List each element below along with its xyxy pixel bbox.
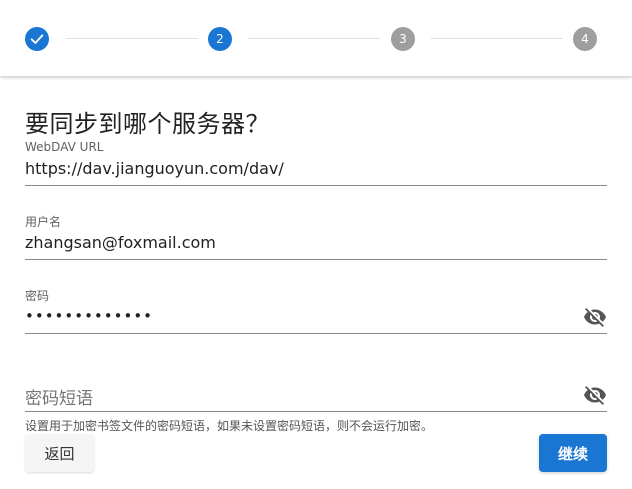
- passphrase-field[interactable]: 密码短语: [25, 380, 607, 412]
- field-underline: [25, 259, 607, 260]
- step-connector: [66, 38, 198, 39]
- webdav-url-field[interactable]: WebDAV URL https://dav.jianguoyun.com/da…: [25, 140, 607, 187]
- sync-setup-dialog: 2 3 4 要同步到哪个服务器？ WebDAV URL https://dav.…: [0, 0, 632, 489]
- step-2: 2: [208, 27, 232, 51]
- eye-off-icon[interactable]: [583, 383, 607, 407]
- password-label: 密码: [25, 289, 50, 303]
- field-underline: [25, 185, 607, 186]
- webdav-url-input[interactable]: https://dav.jianguoyun.com/dav/: [25, 159, 284, 178]
- password-input[interactable]: •••••••••••••: [25, 307, 153, 325]
- username-input[interactable]: zhangsan@foxmail.com: [25, 233, 216, 252]
- passphrase-input[interactable]: 密码短语: [25, 384, 93, 409]
- password-field[interactable]: 密码 •••••••••••••: [25, 287, 607, 334]
- username-field[interactable]: 用户名 zhangsan@foxmail.com: [25, 213, 607, 261]
- username-label: 用户名: [25, 215, 62, 229]
- page-title: 要同步到哪个服务器？: [25, 110, 270, 138]
- step-4: 4: [573, 27, 597, 51]
- field-underline: [25, 411, 607, 412]
- passphrase-hint: 设置用于加密书签文件的密码短语，如果未设置密码短语，则不会运行加密。: [25, 419, 434, 433]
- back-button[interactable]: 返回: [25, 434, 94, 472]
- step-1-completed: [25, 27, 49, 51]
- field-underline: [25, 333, 607, 334]
- step-connector: [431, 38, 563, 39]
- webdav-url-label: WebDAV URL: [25, 140, 104, 154]
- step-connector: [248, 38, 380, 39]
- checkmark-icon: [30, 34, 44, 44]
- eye-off-icon[interactable]: [583, 305, 607, 329]
- stepper: 2 3 4: [0, 0, 632, 76]
- continue-button[interactable]: 继续: [539, 434, 607, 472]
- step-3: 3: [391, 27, 415, 51]
